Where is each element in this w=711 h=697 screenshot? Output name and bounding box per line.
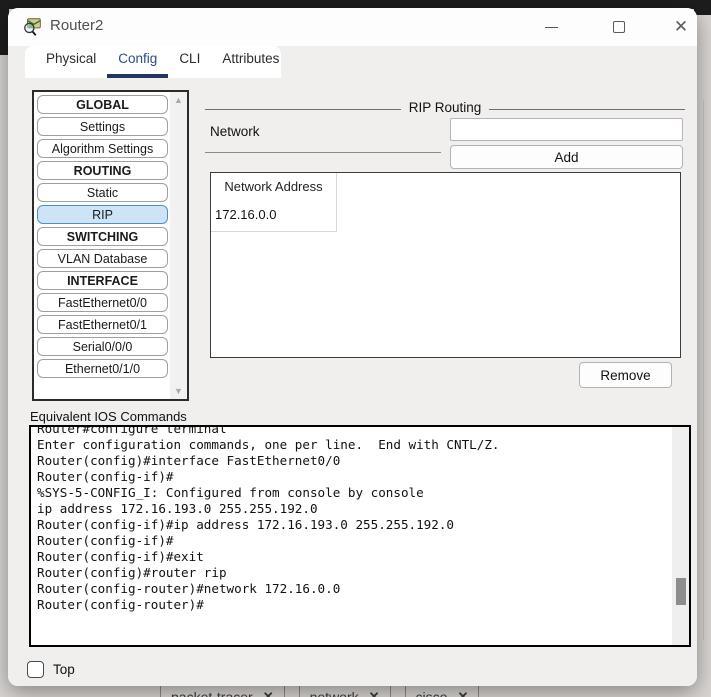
tag-close-icon[interactable]: ✕ bbox=[369, 689, 380, 697]
remove-button[interactable]: Remove bbox=[579, 362, 672, 388]
top-checkbox-row: Top bbox=[27, 661, 75, 678]
sidebar-item-routing[interactable]: ROUTING bbox=[37, 161, 168, 180]
sidebar-item-switching[interactable]: SWITCHING bbox=[37, 227, 168, 246]
sidebar-item-vlan-database[interactable]: VLAN Database bbox=[37, 249, 168, 268]
ios-commands-terminal[interactable]: Router#configure terminal Enter configur… bbox=[29, 425, 691, 647]
backdrop-page-scrollbar bbox=[703, 100, 704, 640]
terminal-scrollbar[interactable] bbox=[672, 427, 689, 645]
sidebar-item-algorithm-settings[interactable]: Algorithm Settings bbox=[37, 139, 168, 158]
maximize-icon bbox=[613, 21, 625, 33]
add-button[interactable]: Add bbox=[450, 145, 683, 169]
sidebar-item-interface[interactable]: INTERFACE bbox=[37, 271, 168, 290]
ios-commands-label: Equivalent IOS Commands bbox=[30, 409, 187, 424]
tab-cli[interactable]: CLI bbox=[168, 45, 211, 78]
network-address-header: Network Address bbox=[224, 179, 323, 194]
window-title: Router2 bbox=[50, 17, 104, 34]
maximize-button[interactable] bbox=[596, 8, 642, 46]
tag-close-icon[interactable]: ✕ bbox=[457, 689, 468, 697]
tag-label: cisco bbox=[415, 689, 448, 697]
sidebar-button-column: GLOBAL Settings Algorithm Settings ROUTI… bbox=[34, 92, 170, 399]
terminal-scrollbar-thumb[interactable] bbox=[676, 578, 686, 605]
network-divider bbox=[205, 152, 441, 153]
config-sidebar: GLOBAL Settings Algorithm Settings ROUTI… bbox=[32, 90, 189, 401]
tab-zone: Physical Config CLI Attributes bbox=[8, 46, 697, 78]
network-address-list[interactable]: Network Address 172.16.0.0 bbox=[210, 172, 681, 358]
legend-line-right bbox=[489, 109, 686, 110]
tab-strip: Physical Config CLI Attributes bbox=[25, 46, 281, 78]
rip-section-header: RIP Routing bbox=[205, 100, 686, 117]
sidebar-item-fastethernet0-0[interactable]: FastEthernet0/0 bbox=[37, 293, 168, 312]
ios-commands-text: Router#configure terminal Enter configur… bbox=[37, 425, 500, 612]
config-content: GLOBAL Settings Algorithm Settings ROUTI… bbox=[8, 78, 697, 686]
network-address-value: 172.16.0.0 bbox=[215, 207, 277, 222]
network-input[interactable] bbox=[450, 118, 683, 141]
network-address-cell: Network Address 172.16.0.0 bbox=[211, 173, 337, 232]
sidebar-item-serial0-0-0[interactable]: Serial0/0/0 bbox=[37, 337, 168, 356]
legend-line-left bbox=[205, 109, 401, 110]
sidebar-item-ethernet0-1-0[interactable]: Ethernet0/1/0 bbox=[37, 359, 168, 378]
sidebar-item-fastethernet0-1[interactable]: FastEthernet0/1 bbox=[37, 315, 168, 334]
sidebar-item-static[interactable]: Static bbox=[37, 183, 168, 202]
sidebar-item-settings[interactable]: Settings bbox=[37, 117, 168, 136]
close-button[interactable]: ✕ bbox=[658, 8, 697, 46]
rip-section-title: RIP Routing bbox=[408, 100, 482, 115]
minimize-button[interactable] bbox=[528, 8, 574, 46]
scroll-up-icon[interactable]: ▲ bbox=[170, 95, 187, 105]
sidebar-item-global[interactable]: GLOBAL bbox=[37, 95, 168, 114]
tag-label: packet-tracer bbox=[171, 689, 253, 697]
network-address-entry[interactable]: 172.16.0.0 bbox=[215, 207, 285, 222]
sidebar-scrollbar[interactable]: ▲ ▼ bbox=[170, 92, 187, 399]
tag-label: network bbox=[309, 689, 359, 697]
network-label: Network bbox=[210, 124, 260, 139]
sidebar-item-rip[interactable]: RIP bbox=[37, 205, 168, 224]
tab-attributes[interactable]: Attributes bbox=[211, 45, 290, 78]
tab-config[interactable]: Config bbox=[107, 45, 169, 78]
minimize-icon bbox=[544, 26, 558, 28]
tag-close-icon[interactable]: ✕ bbox=[263, 689, 274, 697]
close-icon: ✕ bbox=[673, 17, 689, 36]
top-checkbox[interactable] bbox=[27, 661, 44, 678]
title-bar[interactable]: Router2 ✕ bbox=[8, 8, 697, 46]
top-checkbox-label: Top bbox=[53, 662, 75, 677]
packet-tracer-device-icon bbox=[24, 18, 41, 36]
router-config-window: Router2 ✕ Physical Config CLI Attributes… bbox=[8, 8, 697, 686]
tab-physical[interactable]: Physical bbox=[35, 45, 107, 78]
scroll-down-icon[interactable]: ▼ bbox=[170, 386, 187, 396]
